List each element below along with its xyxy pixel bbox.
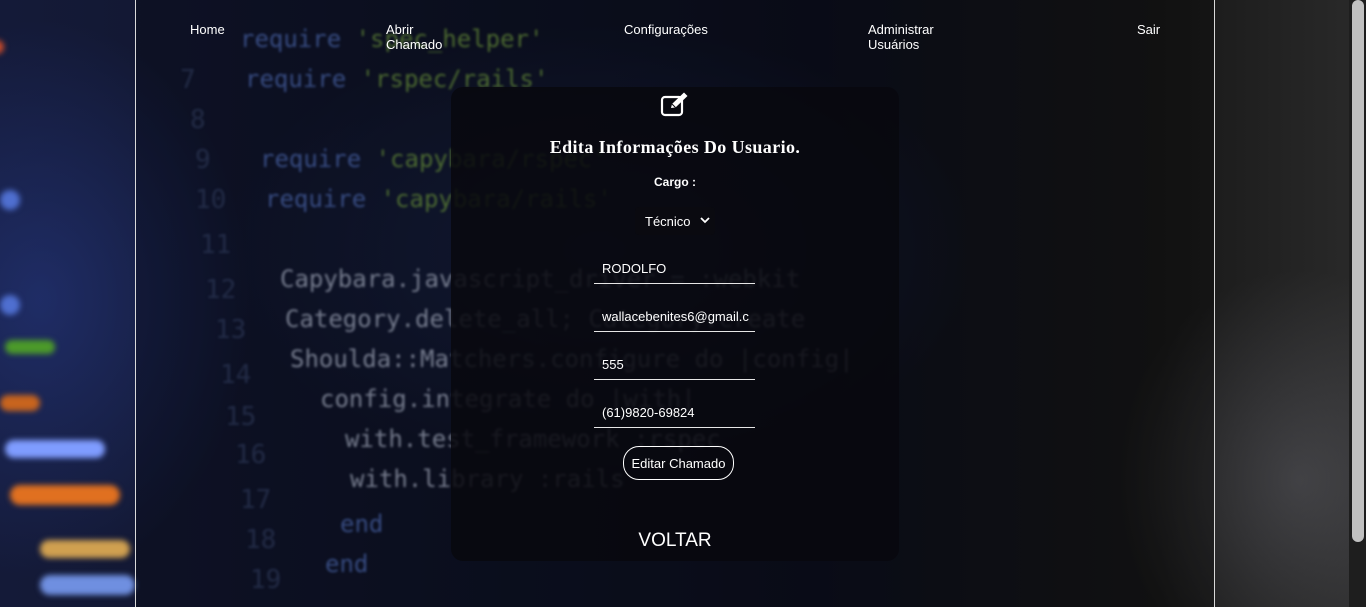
chevron-down-icon <box>700 217 710 224</box>
form-title: Edita Informações Do Usuario. <box>549 137 801 157</box>
voltar-link[interactable]: VOLTAR <box>451 530 899 552</box>
nav-home-link[interactable]: Home <box>190 22 225 37</box>
scrollbar[interactable] <box>1349 0 1366 607</box>
cargo-selected-value: Técnico <box>645 213 691 229</box>
nav-configuracoes-link[interactable]: Configurações <box>624 22 708 37</box>
edit-icon <box>660 92 688 117</box>
name-field[interactable]: RODOLFO <box>594 254 755 284</box>
cargo-label: Cargo : <box>654 175 696 189</box>
matricula-field[interactable]: 555 <box>594 350 755 380</box>
email-field[interactable]: wallacebenites6@gmail.c <box>594 302 755 332</box>
background-sidebar-blur <box>0 0 135 607</box>
nav-abrir-chamado-link[interactable]: Abrir Chamado <box>386 22 456 52</box>
nav-sair-link[interactable]: Sair <box>1137 22 1160 37</box>
edit-user-card: Edita Informações Do Usuario. Cargo : Té… <box>451 87 899 561</box>
phone-field[interactable]: (61)9820-69824 <box>594 398 755 428</box>
cargo-select[interactable]: Técnico <box>635 207 715 235</box>
scrollbar-thumb[interactable] <box>1352 0 1364 542</box>
nav-administrar-usuarios-link[interactable]: Administrar Usuários <box>868 22 948 52</box>
editar-chamado-button[interactable]: Editar Chamado <box>623 446 734 480</box>
